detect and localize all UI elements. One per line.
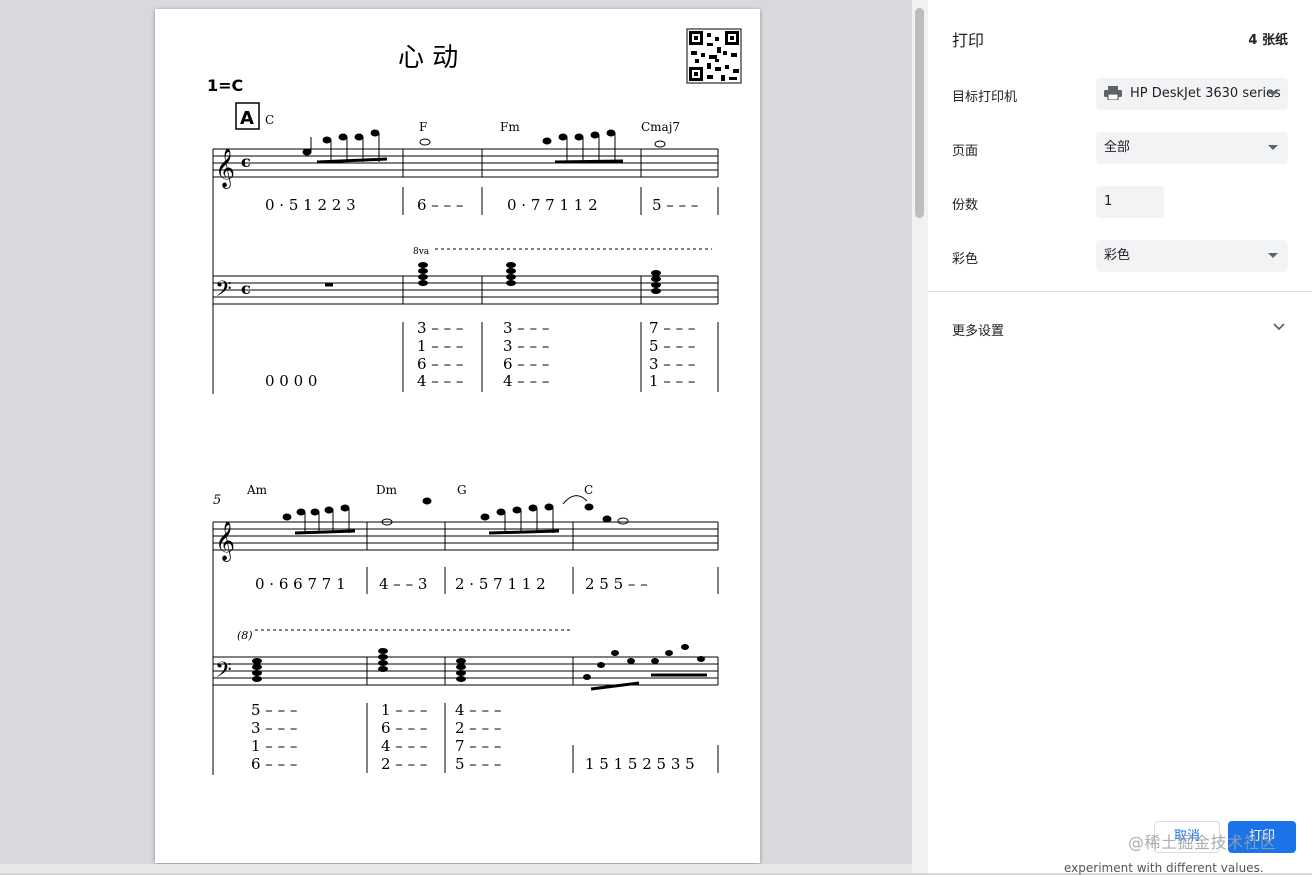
copies-input[interactable]: 1: [1096, 186, 1164, 218]
bass-jianpu-measure: 3 – – –: [503, 319, 549, 337]
bass-jianpu-measure: 0 0 0 0: [265, 372, 317, 390]
chord-label: Dm: [376, 483, 398, 497]
bass-jianpu-measure: 1 – – –: [381, 701, 427, 719]
chord-label: F: [419, 120, 427, 134]
score-title: 心 动: [398, 43, 458, 73]
preview-scrollbar-thumb[interactable]: [915, 8, 924, 218]
copies-label: 份数: [952, 198, 979, 213]
score-key: 1=C: [207, 76, 243, 95]
chevron-down-icon[interactable]: [1272, 320, 1286, 334]
bass-staff-1: [213, 275, 719, 305]
sheet-music: 心 动 1=C A 𝄞 c C F Fm Cmaj7 0 · 5 1 2 2 3…: [207, 28, 742, 775]
pages-value: 全部: [1104, 140, 1131, 155]
treble-staff-1: [212, 148, 719, 394]
print-settings-panel: 打印 4 张纸 目标打印机 HP DeskJet 3630 series 页面 …: [928, 0, 1312, 873]
color-label: 彩色: [952, 252, 979, 267]
svg-text:7 – – –: 7 – – –: [455, 737, 501, 755]
color-value: 彩色: [1104, 248, 1131, 263]
jianpu-measure: 2 · 5 7 1 1 2: [455, 575, 546, 593]
printer-icon: [1104, 85, 1122, 100]
chord-label: Am: [246, 483, 268, 497]
notes-m5: [282, 497, 629, 535]
bass-jianpu-measure: 4 – – –: [455, 701, 501, 719]
destination-label: 目标打印机: [952, 90, 1018, 105]
svg-text:5 – – –: 5 – – –: [649, 337, 695, 355]
divider: [928, 291, 1312, 292]
svg-text:1 – – –: 1 – – –: [251, 737, 297, 755]
svg-text:c: c: [241, 279, 251, 298]
destination-select[interactable]: HP DeskJet 3630 series: [1096, 78, 1288, 110]
jianpu-measure: 0 · 6 6 7 7 1: [255, 575, 346, 593]
jianpu-measure: 2 5 5 – –: [585, 575, 648, 593]
pages-label: 页面: [952, 144, 979, 159]
svg-text:4 – – –: 4 – – –: [417, 372, 463, 390]
svg-text:4 – – –: 4 – – –: [381, 737, 427, 755]
svg-text:6 – – –: 6 – – –: [417, 355, 463, 373]
dropdown-arrow-icon: [1268, 145, 1278, 150]
print-preview-area: 心 动 1=C A 𝄞 c C F Fm Cmaj7 0 · 5 1 2 2 3…: [0, 0, 912, 873]
jianpu-measure: 6 – – –: [417, 196, 463, 214]
chord-label: G: [457, 483, 467, 497]
svg-text:2 – – –: 2 – – –: [455, 719, 501, 737]
bass-jianpu-measure: 7 – – –: [649, 319, 695, 337]
preview-page: 心 动 1=C A 𝄞 c C F Fm Cmaj7 0 · 5 1 2 2 3…: [155, 9, 760, 863]
sheet-count: 4 张纸: [1248, 33, 1288, 48]
taskbar-strip: [0, 864, 912, 873]
bass-chords-1: [418, 262, 661, 294]
chord-label: C: [584, 483, 593, 497]
qr-code: [686, 28, 742, 84]
svg-text:3 – – –: 3 – – –: [503, 337, 549, 355]
octave-mark: (8): [237, 629, 253, 642]
svg-text:2 – – –: 2 – – –: [381, 755, 427, 773]
measure-number: 5: [213, 493, 221, 508]
watermark: @稀土掘金技术社区: [1128, 833, 1277, 852]
jianpu-measure: 4 – – 3: [379, 575, 427, 593]
section-mark: A: [240, 108, 254, 129]
bass-jianpu-measure: 1 5 1 5 2 5 3 5: [585, 755, 695, 773]
chord-label: Fm: [500, 120, 520, 134]
color-select[interactable]: 彩色: [1096, 240, 1288, 272]
destination-value: HP DeskJet 3630 series: [1130, 86, 1281, 101]
bass-clef-icon: 𝄢: [215, 277, 232, 307]
svg-text:4 – – –: 4 – – –: [503, 372, 549, 390]
svg-text:1 – – –: 1 – – –: [649, 372, 695, 390]
jianpu-measure: 0 · 7 7 1 1 2: [507, 196, 598, 214]
pages-select[interactable]: 全部: [1096, 132, 1288, 164]
svg-text:𝄞: 𝄞: [215, 521, 235, 562]
time-signature: c: [241, 152, 251, 171]
bass-jianpu-measure: 5 – – –: [251, 701, 297, 719]
svg-text:5 – – –: 5 – – –: [455, 755, 501, 773]
octave-mark: 8va: [413, 247, 430, 257]
chord-label: Cmaj7: [641, 120, 680, 134]
svg-text:6 – – –: 6 – – –: [381, 719, 427, 737]
notes-m1: [302, 129, 666, 164]
jianpu-measure: 5 – – –: [652, 196, 698, 214]
svg-text:1 – – –: 1 – – –: [417, 337, 463, 355]
dropdown-arrow-icon: [1268, 91, 1278, 96]
svg-text:6 – – –: 6 – – –: [251, 755, 297, 773]
bass-chords-2: [252, 644, 705, 682]
bass-jianpu-measure: 3 – – –: [417, 319, 463, 337]
svg-text:6 – – –: 6 – – –: [503, 355, 549, 373]
svg-text:𝄢: 𝄢: [215, 658, 232, 688]
chord-label: C: [265, 113, 274, 127]
svg-text:3 – – –: 3 – – –: [649, 355, 695, 373]
dialog-title: 打印: [952, 31, 985, 50]
treble-clef-icon: 𝄞: [215, 148, 235, 189]
jianpu-measure: 0 · 5 1 2 2 3: [265, 196, 356, 214]
more-settings-toggle[interactable]: 更多设置: [952, 320, 1004, 339]
dropdown-arrow-icon: [1268, 253, 1278, 258]
svg-text:3 – – –: 3 – – –: [251, 719, 297, 737]
